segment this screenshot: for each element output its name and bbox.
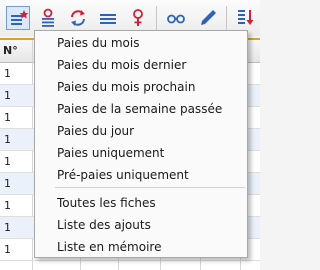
menu-item-label: Paies du jour bbox=[57, 124, 135, 138]
menu-separator bbox=[55, 187, 245, 188]
lines-icon bbox=[100, 14, 116, 24]
cell-number: 1 bbox=[4, 177, 11, 190]
menu-item-pre-paies-uniquement[interactable]: Pré-paies uniquement bbox=[36, 165, 246, 185]
menu-item-paies-semaine-passee[interactable]: Paies de la semaine passée bbox=[36, 99, 246, 119]
menu-item-label: Paies de la semaine passée bbox=[57, 102, 223, 116]
list-star-icon bbox=[11, 10, 29, 25]
cell-number: 1 bbox=[4, 89, 11, 102]
menu-item-liste-en-memoire[interactable]: Liste en mémoire bbox=[36, 237, 246, 257]
lines-button[interactable] bbox=[96, 6, 120, 30]
filter-menu-button[interactable] bbox=[6, 6, 30, 30]
menu-item-paies-du-mois[interactable]: Paies du mois bbox=[36, 33, 246, 53]
column-header-number[interactable]: N° bbox=[3, 44, 18, 57]
menu-item-label: Pré-paies uniquement bbox=[57, 168, 189, 182]
cell-number: 1 bbox=[4, 111, 11, 124]
sort-icon bbox=[238, 10, 254, 25]
glasses-icon bbox=[167, 14, 185, 24]
cell-number: 1 bbox=[4, 221, 11, 234]
menu-item-paies-du-jour[interactable]: Paies du jour bbox=[36, 121, 246, 141]
menu-item-paies-du-mois-prochain[interactable]: Paies du mois prochain bbox=[36, 77, 246, 97]
menu-item-label: Liste des ajouts bbox=[57, 218, 151, 232]
menu-item-liste-des-ajouts[interactable]: Liste des ajouts bbox=[36, 215, 246, 235]
menu-item-label: Toutes les fiches bbox=[57, 196, 156, 210]
menu-item-label: Liste en mémoire bbox=[57, 240, 162, 254]
refresh-icon bbox=[71, 10, 85, 26]
menu-item-label: Paies du mois dernier bbox=[57, 58, 187, 72]
cell-number: 1 bbox=[4, 133, 11, 146]
menu-item-label: Paies du mois bbox=[57, 36, 140, 50]
toolbar-separator bbox=[156, 6, 157, 30]
toolbar-separator bbox=[226, 6, 227, 30]
edit-button[interactable] bbox=[196, 6, 220, 30]
menu-item-toutes-les-fiches[interactable]: Toutes les fiches bbox=[36, 193, 246, 213]
menu-item-paies-du-mois-dernier[interactable]: Paies du mois dernier bbox=[36, 55, 246, 75]
refresh-button[interactable] bbox=[66, 6, 90, 30]
user-filter-icon bbox=[42, 8, 54, 27]
cell-number: 1 bbox=[4, 67, 11, 80]
user-filter-button[interactable] bbox=[36, 6, 60, 30]
menu-item-label: Paies du mois prochain bbox=[57, 80, 196, 94]
female-symbol-icon bbox=[133, 9, 143, 26]
menu-item-paies-uniquement[interactable]: Paies uniquement bbox=[36, 143, 246, 163]
menu-item-label: Paies uniquement bbox=[57, 146, 165, 160]
cell-number: 1 bbox=[4, 243, 11, 256]
cell-number: 1 bbox=[4, 199, 11, 212]
pen-icon bbox=[201, 10, 216, 25]
gender-filter-button[interactable] bbox=[126, 6, 150, 30]
view-button[interactable] bbox=[164, 6, 188, 30]
filter-dropdown-menu: Paies du mois Paies du mois dernier Paie… bbox=[34, 30, 248, 258]
cell-number: 1 bbox=[4, 155, 11, 168]
sort-button[interactable] bbox=[234, 6, 258, 30]
